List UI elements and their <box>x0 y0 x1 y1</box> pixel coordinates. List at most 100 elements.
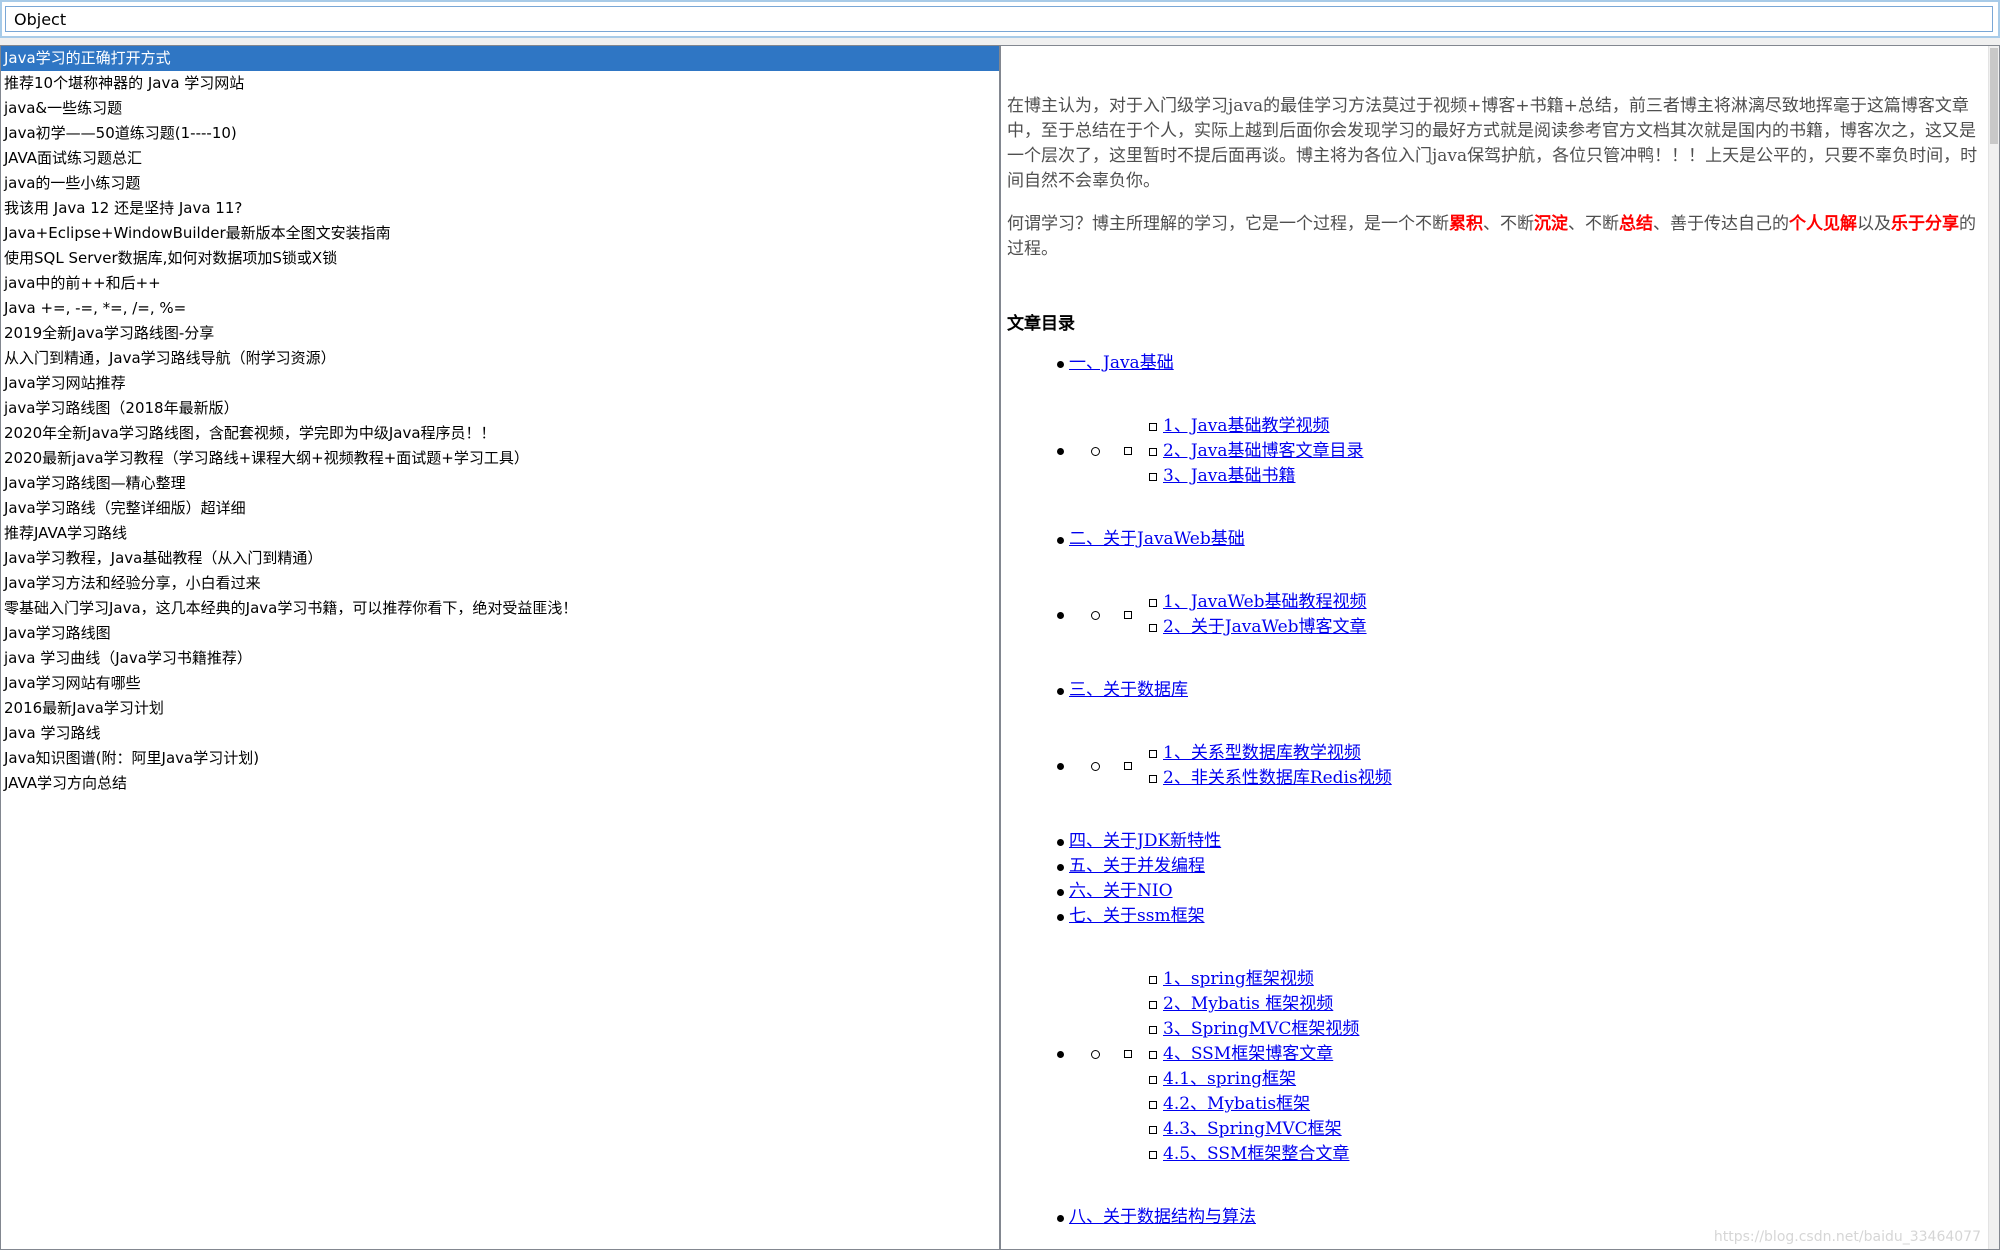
article-content: 在博主认为，对于入门级学习java的最佳学习方法莫过于视频+博客+书籍+总结，前… <box>1001 46 1988 1249</box>
toc-subgroup: 1、Java基础教学视频 2、Java基础博客文章目录 3、Java基础书籍 <box>1007 414 1978 489</box>
list-item[interactable]: java中的前++和后++ <box>1 271 999 296</box>
toc-link[interactable]: 2、Java基础博客文章目录 <box>1163 441 1364 461</box>
circle-bullet-icon <box>1091 1050 1100 1059</box>
toc-link[interactable]: 4.3、SpringMVC框架 <box>1163 1119 1342 1139</box>
list-item[interactable]: 使用SQL Server数据库,如何对数据项加S锁或X锁 <box>1 246 999 271</box>
highlight-insight: 个人见解 <box>1789 214 1857 234</box>
list-item[interactable]: JAVA面试练习题总汇 <box>1 146 999 171</box>
toc-link-java-basics[interactable]: 一、Java基础 <box>1069 353 1174 373</box>
list-item[interactable]: java 学习曲线（Java学习书籍推荐） <box>1 646 999 671</box>
list-item[interactable]: Java学习网站有哪些 <box>1 671 999 696</box>
square-bullet-icon <box>1149 1076 1157 1084</box>
article-list: Java学习的正确打开方式 推荐10个堪称神器的 Java 学习网站 java&一些… <box>1 46 999 796</box>
list-item[interactable]: Java +=, -=, *=, /=, %= <box>1 296 999 321</box>
highlight-accumulate: 累积 <box>1449 214 1483 234</box>
article-list-pane[interactable]: Java学习的正确打开方式 推荐10个堪称神器的 Java 学习网站 java&一些… <box>0 45 1000 1250</box>
toc-link[interactable]: 1、JavaWeb基础教程视频 <box>1163 592 1367 612</box>
square-bullet-icon <box>1149 599 1157 607</box>
list-item[interactable]: Java学习教程，Java基础教程（从入门到精通） <box>1 546 999 571</box>
toc-link-jdk[interactable]: 四、关于JDK新特性 <box>1069 831 1221 851</box>
list-item[interactable]: 从入门到精通，Java学习路线导航（附学习资源） <box>1 346 999 371</box>
list-item[interactable]: Java学习路线图—精心整理 <box>1 471 999 496</box>
square-bullet-icon <box>1149 976 1157 984</box>
bullet-icon <box>1057 914 1064 921</box>
list-item[interactable]: 2020年全新Java学习路线图，含配套视频，学完即为中级Java程序员！！ <box>1 421 999 446</box>
toc-link[interactable]: 2、Mybatis 框架视频 <box>1163 994 1333 1014</box>
list-item[interactable]: Java 学习路线 <box>1 721 999 746</box>
article-preview-pane[interactable]: 在博主认为，对于入门级学习java的最佳学习方法莫过于视频+博客+书籍+总结，前… <box>1000 45 2000 1250</box>
bullet-icon <box>1057 361 1064 368</box>
toc-link[interactable]: 1、spring框架视频 <box>1163 969 1314 989</box>
toc-sub-item: 4.3、SpringMVC框架 <box>1149 1117 1978 1142</box>
toc-link[interactable]: 1、关系型数据库教学视频 <box>1163 743 1361 763</box>
bullet-icon <box>1057 688 1064 695</box>
toc-sub-item: 2、Mybatis 框架视频 <box>1149 992 1978 1017</box>
toc-link[interactable]: 4、SSM框架博客文章 <box>1163 1044 1333 1064</box>
toc-link-nio[interactable]: 六、关于NIO <box>1069 881 1173 901</box>
list-item[interactable]: 2020最新java学习教程（学习路线+课程大纲+视频教程+面试题+学习工具） <box>1 446 999 471</box>
search-input[interactable] <box>5 6 1993 32</box>
bullet-icon <box>1057 1215 1064 1222</box>
square-bullet-icon <box>1149 1051 1157 1059</box>
bullet-icon <box>1057 839 1064 846</box>
intro-paragraph: 在博主认为，对于入门级学习java的最佳学习方法莫过于视频+博客+书籍+总结，前… <box>1007 96 1978 191</box>
toc-link[interactable]: 1、Java基础教学视频 <box>1163 416 1330 436</box>
toc-sub-item: 1、JavaWeb基础教程视频 <box>1149 590 1978 615</box>
toc-item: 四、关于JDK新特性 <box>1007 829 1978 854</box>
bullet-icon <box>1057 763 1064 770</box>
list-item[interactable]: Java学习的正确打开方式 <box>1 46 999 71</box>
list-item[interactable]: Java知识图谱(附：阿里Java学习计划) <box>1 746 999 771</box>
list-item[interactable]: java的一些小练习题 <box>1 171 999 196</box>
toc-sub-item: 4.5、SSM框架整合文章 <box>1149 1142 1978 1167</box>
scrollbar-thumb[interactable] <box>1990 48 1998 144</box>
toc-subgroup: 1、关系型数据库教学视频 2、非关系性数据库Redis视频 <box>1007 741 1978 791</box>
toc-link[interactable]: 3、Java基础书籍 <box>1163 466 1296 486</box>
toc-link[interactable]: 3、SpringMVC框架视频 <box>1163 1019 1359 1039</box>
list-item[interactable]: Java学习路线图 <box>1 621 999 646</box>
list-item[interactable]: 2019全新Java学习路线图-分享 <box>1 321 999 346</box>
list-item[interactable]: 我该用 Java 12 还是坚持 Java 11? <box>1 196 999 221</box>
toc-item: 二、关于JavaWeb基础 <box>1007 527 1978 552</box>
list-item[interactable]: 2016最新Java学习计划 <box>1 696 999 721</box>
toc-link[interactable]: 4.1、spring框架 <box>1163 1069 1296 1089</box>
toc-sub-item: 4.1、spring框架 <box>1149 1067 1978 1092</box>
toc-item: 一、Java基础 <box>1007 351 1978 376</box>
list-item[interactable]: Java+Eclipse+WindowBuilder最新版本全图文安装指南 <box>1 221 999 246</box>
toc-link[interactable]: 4.2、Mybatis框架 <box>1163 1094 1310 1114</box>
list-item[interactable]: 推荐10个堪称神器的 Java 学习网站 <box>1 71 999 96</box>
list-item[interactable]: java&一些练习题 <box>1 96 999 121</box>
square-bullet-icon <box>1149 423 1157 431</box>
watermark: https://blog.csdn.net/baidu_33464077 <box>1713 1229 1981 1245</box>
list-item[interactable]: 推荐JAVA学习路线 <box>1 521 999 546</box>
list-item[interactable]: Java学习网站推荐 <box>1 371 999 396</box>
toc-link[interactable]: 4.5、SSM框架整合文章 <box>1163 1144 1349 1164</box>
square-bullet-icon <box>1149 775 1157 783</box>
square-bullet-icon <box>1149 448 1157 456</box>
toc-link-ssm[interactable]: 七、关于ssm框架 <box>1069 906 1205 926</box>
toc-link-database[interactable]: 三、关于数据库 <box>1069 680 1188 700</box>
toc-sub-item: 2、非关系性数据库Redis视频 <box>1149 766 1978 791</box>
toc-link-concurrency[interactable]: 五、关于并发编程 <box>1069 856 1205 876</box>
list-item[interactable]: Java学习方法和经验分享，小白看过来 <box>1 571 999 596</box>
toc-sub-item: 1、Java基础教学视频 <box>1149 414 1978 439</box>
toc-subgroup: 1、spring框架视频 2、Mybatis 框架视频 3、SpringMVC框… <box>1007 967 1978 1167</box>
square-bullet-icon <box>1149 1126 1157 1134</box>
toc-sub-item: 4、SSM框架博客文章 <box>1149 1042 1978 1067</box>
circle-bullet-icon <box>1091 447 1100 456</box>
list-item[interactable]: JAVA学习方向总结 <box>1 771 999 796</box>
list-item[interactable]: 零基础入门学习Java，这几本经典的Java学习书籍，可以推荐你看下，绝对受益匪… <box>1 596 999 621</box>
toc-link-algorithms[interactable]: 八、关于数据结构与算法 <box>1069 1207 1256 1227</box>
list-item[interactable]: java学习路线图（2018年最新版） <box>1 396 999 421</box>
toc-link[interactable]: 2、关于JavaWeb博客文章 <box>1163 617 1367 637</box>
vertical-scrollbar[interactable] <box>1988 46 1999 1249</box>
list-item[interactable]: Java学习路线（完整详细版）超详细 <box>1 496 999 521</box>
circle-bullet-icon <box>1091 611 1100 620</box>
toc-link-javaweb[interactable]: 二、关于JavaWeb基础 <box>1069 529 1245 549</box>
search-bar <box>0 0 2000 38</box>
toc-item: 三、关于数据库 <box>1007 678 1978 703</box>
square-bullet-icon <box>1124 762 1132 770</box>
highlight-summarize: 总结 <box>1619 214 1653 234</box>
toc-link[interactable]: 2、非关系性数据库Redis视频 <box>1163 768 1392 788</box>
highlight-settle: 沉淀 <box>1534 214 1568 234</box>
list-item[interactable]: Java初学——50道练习题(1----10) <box>1 121 999 146</box>
